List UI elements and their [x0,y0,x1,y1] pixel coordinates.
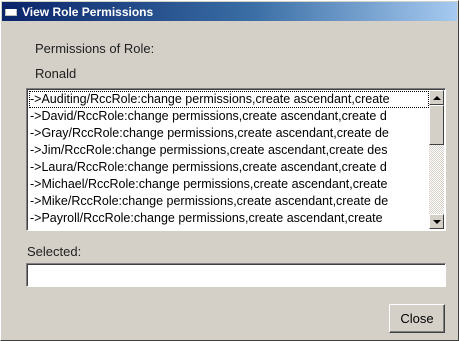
window-title: View Role Permissions [22,4,154,19]
list-item[interactable]: ->Laura/RccRole:change permissions,creat… [29,159,429,176]
list-item[interactable]: ->Auditing/RccRole:change permissions,cr… [29,91,429,108]
list-item[interactable]: ->Jim/RccRole:change permissions,create … [29,142,429,159]
arrow-down-icon [432,219,441,224]
permissions-of-role-label: Permissions of Role: [35,41,155,56]
window-icon [5,5,18,18]
list-item[interactable]: ->Payroll/RccRole:change permissions,cre… [29,210,429,227]
title-bar[interactable]: View Role Permissions [2,2,457,21]
scroll-up-button[interactable] [429,90,444,105]
vertical-scrollbar[interactable] [429,90,444,229]
scroll-down-button[interactable] [429,214,444,229]
permissions-list: ->Auditing/RccRole:change permissions,cr… [29,91,429,229]
scrollbar-thumb[interactable] [429,105,444,145]
permissions-listbox[interactable]: ->Auditing/RccRole:change permissions,cr… [26,88,446,231]
arrow-up-icon [432,95,441,100]
list-item[interactable]: ->Michael/RccRole:change permissions,cre… [29,176,429,193]
close-button[interactable]: Close [389,304,445,333]
role-name: Ronald [35,66,77,81]
list-item[interactable]: ->Mike/RccRole:change permissions,create… [29,193,429,210]
view-role-permissions-window: View Role Permissions Permissions of Rol… [0,0,459,341]
selected-field[interactable] [26,263,446,287]
selected-label: Selected: [27,244,82,259]
list-item[interactable]: ->David/RccRole:change permissions,creat… [29,108,429,125]
list-item[interactable]: ->Gray/RccRole:change permissions,create… [29,125,429,142]
